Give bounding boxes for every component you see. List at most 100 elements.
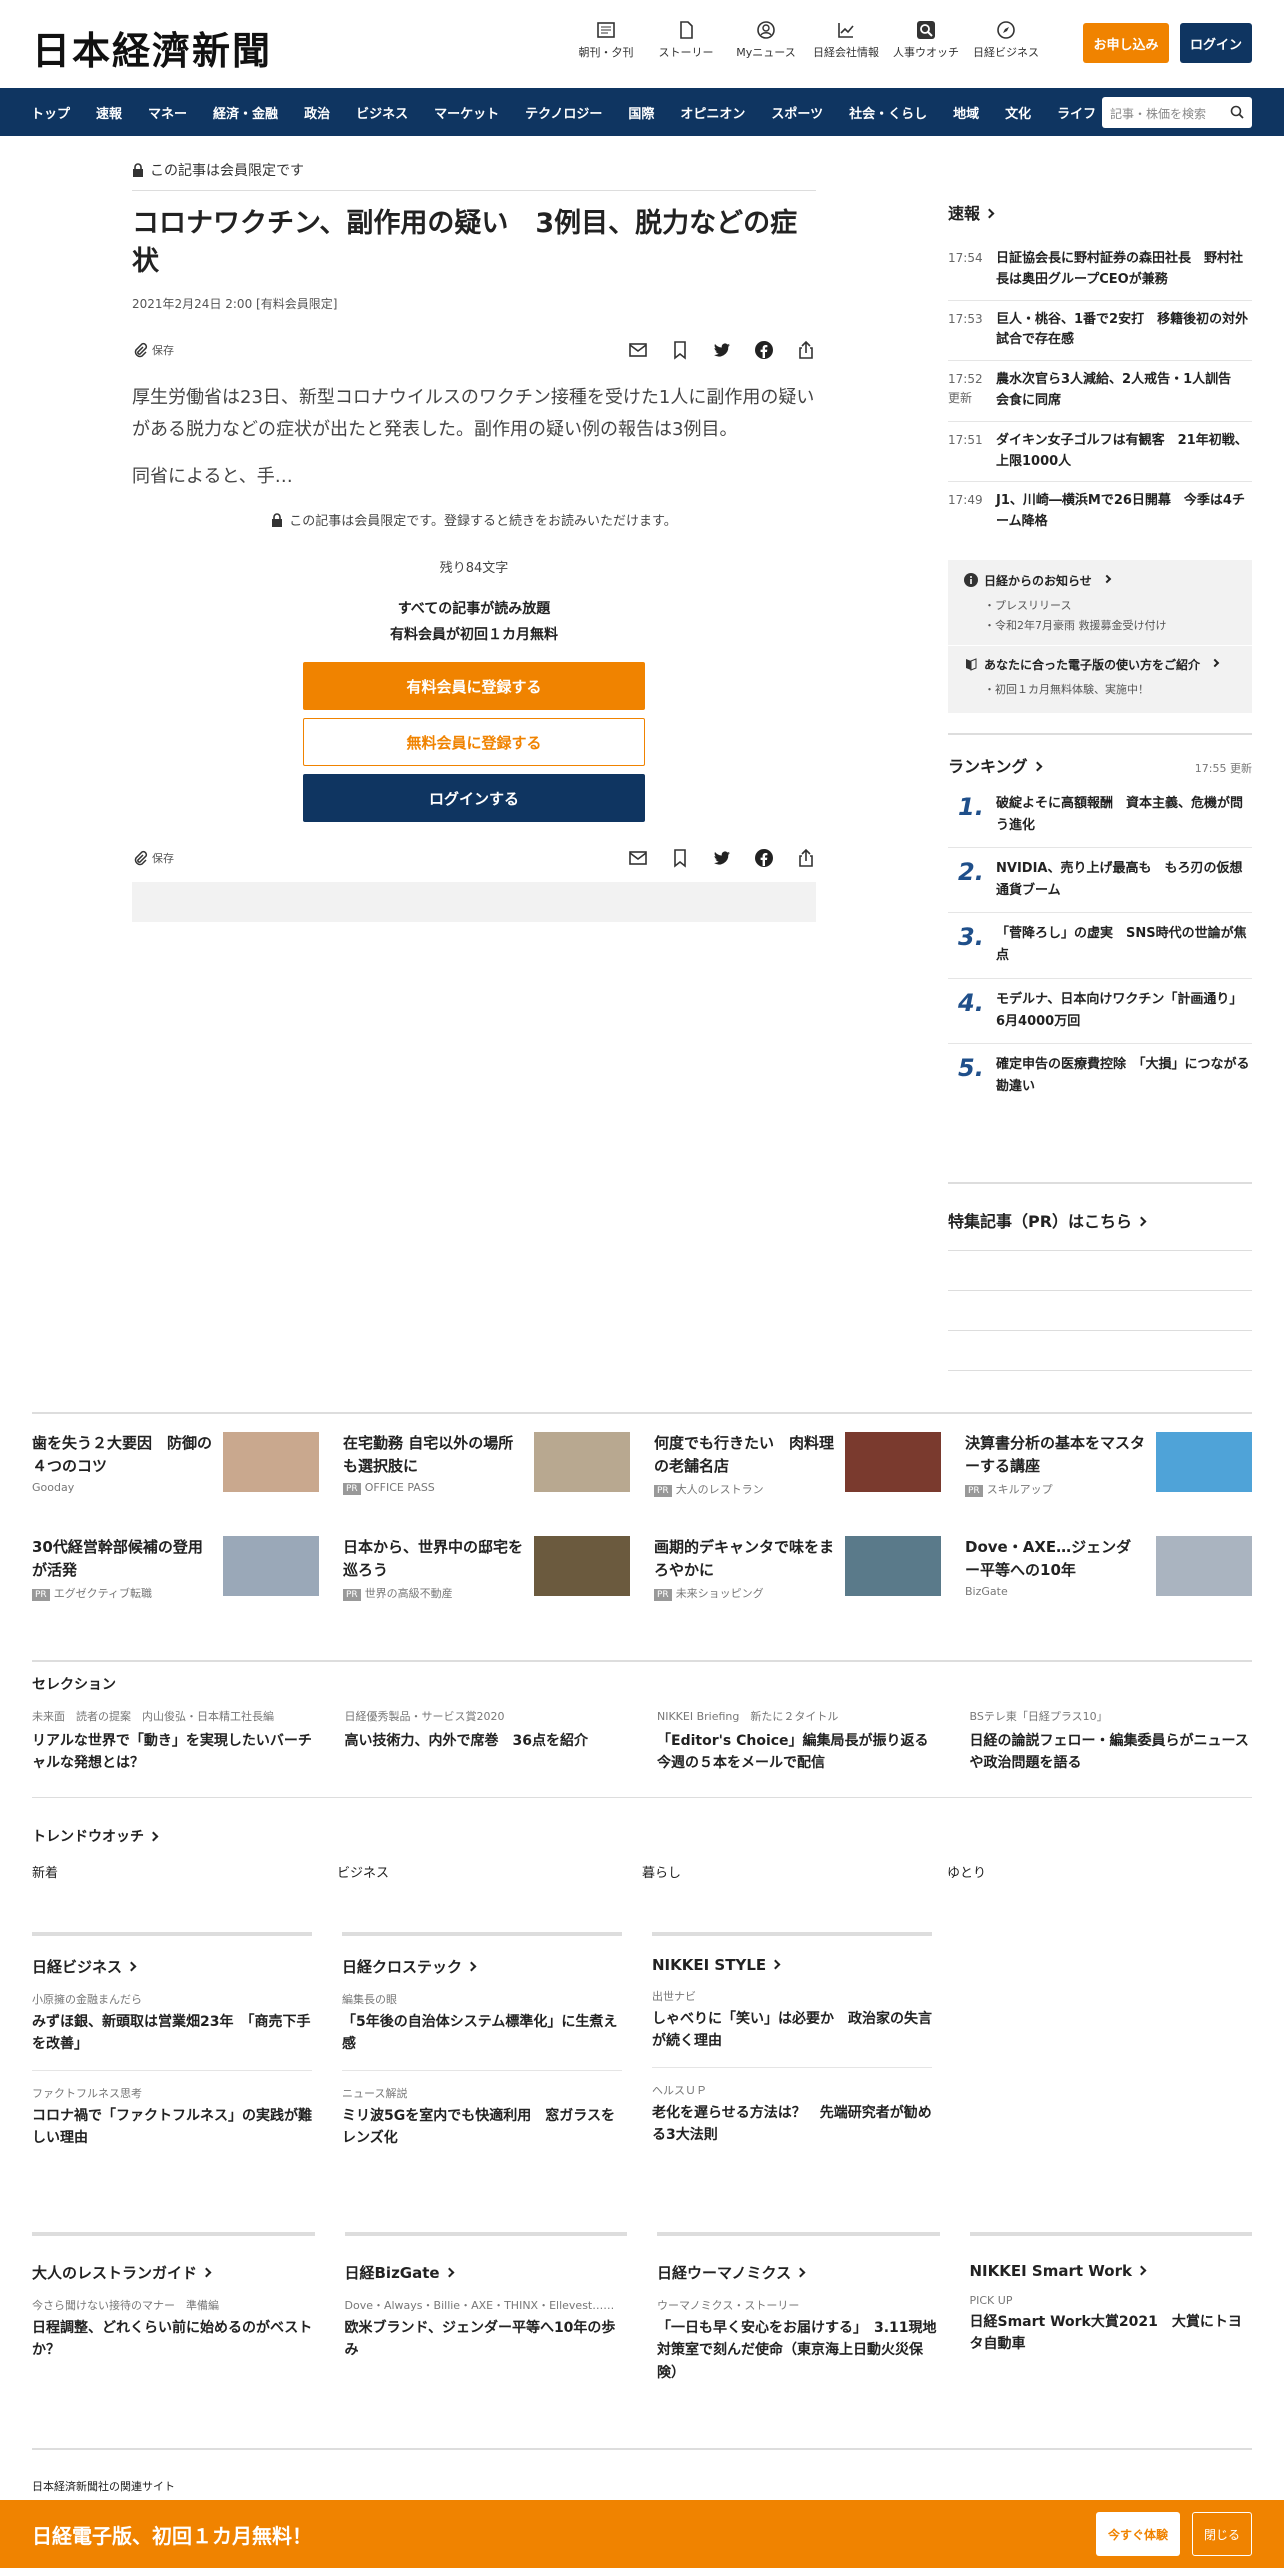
- nav-item-sokuho[interactable]: 速報: [83, 103, 135, 122]
- nav-item-culture[interactable]: 文化: [992, 103, 1044, 122]
- guide-item[interactable]: ・初回１カ月無料体験、実施中！: [964, 681, 1236, 697]
- trend-category[interactable]: ゆとり: [947, 1862, 1252, 1881]
- list-item[interactable]: 17:54 日証協会長に野村証券の森田社長 野村社長は奥田グループCEOが兼務: [948, 240, 1252, 301]
- nav-item-sports[interactable]: スポーツ: [758, 103, 836, 122]
- trend-category[interactable]: ビジネス: [337, 1862, 642, 1881]
- apply-button[interactable]: お申し込み: [1083, 23, 1169, 63]
- publication-headline[interactable]: 日程調整、どれくらい前に始めるのがベストか？: [32, 2317, 315, 2376]
- list-item[interactable]: 17:53 巨人・桃谷、1番で2安打 移籍後初の対外試合で存在感: [948, 301, 1252, 362]
- publication-title-link[interactable]: 日経BizGate: [345, 2262, 628, 2283]
- facebook-icon[interactable]: [754, 340, 774, 360]
- mail-icon[interactable]: [628, 848, 648, 868]
- try-now-button[interactable]: 今すぐ体験: [1096, 2512, 1180, 2556]
- header-link-morning-evening[interactable]: 朝刊・夕刊: [566, 20, 646, 60]
- trend-watch-link[interactable]: トレンドウオッチ: [32, 1826, 1252, 1846]
- nav-item-market[interactable]: マーケット: [421, 103, 512, 122]
- ranking-item[interactable]: 4. モデルナ、日本向けワクチン「計画通り」 6月4000万回: [948, 979, 1252, 1044]
- close-button[interactable]: 閉じる: [1192, 2512, 1252, 2556]
- publication-title-link[interactable]: 大人のレストランガイド: [32, 2262, 315, 2283]
- nav-item-money[interactable]: マネー: [135, 103, 200, 122]
- publication-headline[interactable]: しゃべりに「笑い」は必要か 政治家の失言が続く理由: [652, 2008, 932, 2068]
- nav-item-opinion[interactable]: オピニオン: [667, 103, 758, 122]
- trend-category[interactable]: 新着: [32, 1862, 337, 1881]
- selection-item[interactable]: 日経優秀製品・サービス賞2020 高い技術力、内外で席巻 36点を紹介: [345, 1708, 628, 1775]
- publication-title-link[interactable]: 日経ビジネス: [32, 1956, 312, 1977]
- nav-item-life[interactable]: ライフ: [1044, 103, 1109, 122]
- publication-headline[interactable]: 老化を遅らせる方法は？ 先端研究者が勧める3大法則: [652, 2102, 932, 2161]
- selection-item[interactable]: 未来面 読者の提案 内山俊弘・日本精工社長編 リアルな世界で「動き」を実現したいバ…: [32, 1708, 315, 1775]
- notice-item[interactable]: ・プレスリリース: [964, 597, 1236, 613]
- save-button[interactable]: 保存: [132, 342, 174, 358]
- header-link-story[interactable]: ストーリー: [646, 20, 726, 60]
- ranking-item[interactable]: 3. 「菅降ろし」の虚実 SNS時代の世論が焦点: [948, 913, 1252, 979]
- ad-placeholder: [132, 882, 816, 922]
- publication-title-link[interactable]: 日経クロステック: [342, 1956, 622, 1977]
- header-link-jinji-watch[interactable]: 人事ウオッチ: [886, 20, 966, 60]
- ad-card[interactable]: 画期的デキャンタで味をまろやかに PR 未来ショッピング: [654, 1518, 941, 1622]
- search-icon[interactable]: [1230, 105, 1244, 119]
- selection-item[interactable]: BSテレ東「日経プラス10」 日経の論説フェロー・編集委員らがニュースや政治問題を…: [970, 1708, 1253, 1775]
- publication-headline[interactable]: 日経Smart Work大賞2021 大賞にトヨタ自動車: [970, 2311, 1253, 2370]
- publication-title-link[interactable]: NIKKEI STYLE: [652, 1956, 932, 1974]
- publication-headline[interactable]: コロナ禍で「ファクトフルネス」の実践が難しい理由: [32, 2105, 312, 2164]
- ranking-title-link[interactable]: ランキング: [948, 753, 1042, 777]
- ranking-item[interactable]: 1. 破綻よそに高額報酬 資本主義、危機が問う進化: [948, 783, 1252, 849]
- publication-headline[interactable]: みずほ銀、新頭取は営業畑23年 「商売下手を改善」: [32, 2011, 312, 2071]
- login-button[interactable]: ログイン: [1180, 23, 1252, 63]
- nav-item-technology[interactable]: テクノロジー: [512, 103, 615, 122]
- header-link-mynews[interactable]: Myニュース: [726, 20, 806, 60]
- save-button[interactable]: 保存: [132, 850, 174, 866]
- publication-title-link[interactable]: 日経ウーマノミクス: [657, 2262, 940, 2283]
- free-register-button[interactable]: 無料会員に登録する: [303, 718, 645, 767]
- nav-item-top[interactable]: トップ: [18, 103, 83, 122]
- mail-icon[interactable]: [628, 340, 648, 360]
- ad-card[interactable]: 30代経営幹部候補の登用が活発 PR エグゼクティブ転職: [32, 1518, 319, 1622]
- paid-register-button[interactable]: 有料会員に登録する: [303, 662, 645, 711]
- notice-item[interactable]: ・令和2年7月豪雨 救援募金受け付け: [964, 617, 1236, 633]
- bookmark-icon[interactable]: [670, 848, 690, 869]
- header-link-nikkei-business[interactable]: 日経ビジネス: [966, 20, 1046, 60]
- share-icon[interactable]: [796, 340, 816, 360]
- list-item[interactable]: 17:51 ダイキン女子ゴルフは有観客 21年初戦、上限1000人: [948, 422, 1252, 483]
- bookmark-icon[interactable]: [670, 340, 690, 360]
- site-logo[interactable]: 日本経濟新聞: [32, 20, 272, 75]
- ranking-item[interactable]: 5. 確定申告の医療費控除 「大損」につながる勘違い: [948, 1044, 1252, 1108]
- share-icon[interactable]: [796, 848, 816, 868]
- nav-item-politics[interactable]: 政治: [291, 103, 343, 122]
- list-item[interactable]: 17:49 J1、川崎―横浜Mで26日開幕 今季は4チーム降格: [948, 482, 1252, 542]
- publication-headline[interactable]: ミリ波5Gを室内でも快適利用 窓ガラスをレンズ化: [342, 2105, 622, 2164]
- related-sites: 日本経済新聞社の関連サイト: [32, 2448, 1252, 2494]
- guide-heading[interactable]: あなたに合った電子版の使い方をご紹介: [964, 656, 1236, 673]
- publication-headline[interactable]: 「一日も早く安心をお届けする」 3.11現地対策室で刻んだ使命（東京海上日動火災…: [657, 2317, 940, 2398]
- ad-card[interactable]: Dove・AXE…ジェンダー平等への10年 BizGate: [965, 1518, 1252, 1622]
- ad-card[interactable]: 在宅勤務 自宅以外の場所も選択肢に PR OFFICE PASS: [343, 1414, 630, 1518]
- ad-card[interactable]: 何度でも行きたい 肉料理の老舗名店 PR 大人のレストラン: [654, 1414, 941, 1518]
- ad-card[interactable]: 歯を失う２大要因 防御の４つのコツ Gooday: [32, 1414, 319, 1518]
- sokuho-heading[interactable]: 速報: [948, 200, 1252, 224]
- notice-heading[interactable]: 日経からのお知らせ: [964, 572, 1236, 589]
- nav-item-economy[interactable]: 経済・金融: [200, 103, 291, 122]
- twitter-icon[interactable]: [712, 848, 732, 868]
- search-input[interactable]: 記事・株価を検索: [1102, 97, 1252, 128]
- nav-item-international[interactable]: 国際: [615, 103, 667, 122]
- tokushu-link[interactable]: 特集記事（PR）はこちら: [948, 1208, 1252, 1251]
- ad-card[interactable]: 決算書分析の基本をマスターする講座 PR スキルアップ: [965, 1414, 1252, 1518]
- publication-headline[interactable]: 「5年後の自治体システム標準化」に生煮え感: [342, 2011, 622, 2071]
- nav-item-society[interactable]: 社会・くらし: [836, 103, 940, 122]
- twitter-icon[interactable]: [712, 340, 732, 360]
- trend-category[interactable]: 暮らし: [642, 1862, 947, 1881]
- news-headline: J1、川崎―横浜Mで26日開幕 今季は4チーム降格: [996, 493, 1245, 530]
- ad-card[interactable]: 日本から、世界中の邸宅を巡ろう PR 世界の高級不動産: [343, 1518, 630, 1622]
- ranking-item[interactable]: 2. NVIDIA、売り上げ最高も もろ刃の仮想通貨ブーム: [948, 848, 1252, 914]
- publication-headline[interactable]: 欧米ブランド、ジェンダー平等へ10年の歩み: [345, 2317, 628, 2376]
- header-link-company-info[interactable]: 日経会社情報: [806, 20, 886, 60]
- publication-title-link[interactable]: NIKKEI Smart Work: [970, 2262, 1253, 2280]
- chart-icon: [838, 23, 854, 38]
- nav-item-business[interactable]: ビジネス: [343, 103, 421, 122]
- selection-item[interactable]: NIKKEI Briefing 新たに２タイトル 「Editor's Choice…: [657, 1708, 940, 1775]
- nav-item-region[interactable]: 地域: [940, 103, 992, 122]
- list-item[interactable]: 17:52 更新 農水次官ら3人減給、2人戒告・1人訓告 会食に同席: [948, 361, 1252, 422]
- paywall-login-button[interactable]: ログインする: [303, 774, 645, 823]
- rank-number: 3.: [958, 923, 984, 952]
- facebook-icon[interactable]: [754, 848, 774, 868]
